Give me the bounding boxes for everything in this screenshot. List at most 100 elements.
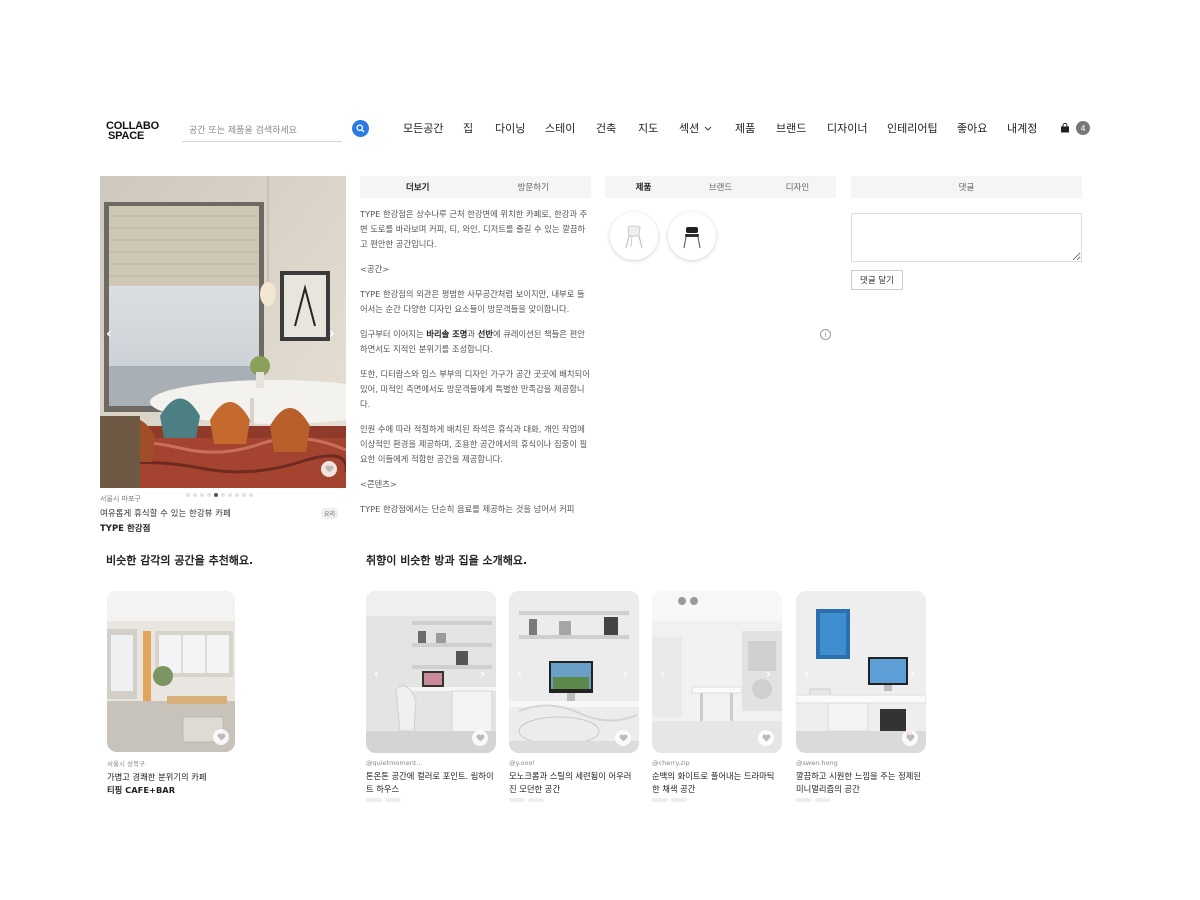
like-button[interactable] [615, 730, 631, 746]
card-next-arrow[interactable]: › [480, 667, 485, 681]
desc-highlight: 선반 [477, 329, 493, 339]
card-author: @swen.hong [796, 759, 838, 767]
nav-section-label: 섹션 [679, 122, 700, 135]
nav-home[interactable]: 집 [463, 120, 473, 138]
white-chair-icon [625, 225, 643, 249]
room-card[interactable]: ‹ › @swen.hong 깔끔하고 시원한 느낌을 주는 정제된 미니멀리즘… [796, 591, 926, 802]
cafe-photo [107, 591, 235, 752]
desc-text: 과 [467, 329, 478, 339]
carousel-dot[interactable] [214, 493, 218, 497]
carousel-next-arrow[interactable]: › [329, 326, 335, 342]
card-author: @y.ooo! [509, 759, 536, 767]
heart-icon [762, 734, 770, 742]
tag-chip [385, 798, 401, 802]
nav-products[interactable]: 제품 [735, 120, 755, 138]
logo[interactable]: COLLABO SPACE [106, 121, 159, 142]
desc-heading: <공간> [360, 264, 390, 274]
space-image-carousel[interactable]: ‹ › [100, 176, 346, 488]
space-description: 여유롭게 휴식할 수 있는 한강뷰 카페 [100, 509, 231, 519]
room-photo [509, 591, 639, 753]
desc-heading: <콘텐츠> [360, 479, 397, 489]
nav-architecture[interactable]: 건축 [596, 120, 616, 138]
space-tag-badge: 요리 [321, 508, 339, 519]
nav-brands[interactable]: 브랜드 [776, 120, 806, 138]
card-prev-arrow[interactable]: ‹ [660, 667, 665, 681]
card-prev-arrow[interactable]: ‹ [804, 667, 809, 681]
carousel-dot[interactable] [186, 493, 190, 497]
nav-stay[interactable]: 스테이 [545, 120, 575, 138]
like-button[interactable] [902, 730, 918, 746]
tab-brands[interactable]: 브랜드 [682, 181, 759, 193]
like-button[interactable] [758, 730, 774, 746]
tab-visit[interactable]: 방문하기 [476, 181, 592, 193]
space-name: TYPE 한강점 [100, 524, 151, 534]
search-button[interactable] [352, 120, 369, 137]
tab-comments[interactable]: 댓글 [851, 181, 1082, 193]
card-image: ‹ › [796, 591, 926, 753]
carousel-dot[interactable] [235, 493, 239, 497]
add-comment-button[interactable]: 댓글 달기 [851, 270, 903, 290]
space-location: 서울시 마포구 [100, 495, 141, 503]
desc-paragraph: TYPE 한강점의 외관은 평범한 사무공간처럼 보이지만, 내부로 들어서는 … [360, 289, 585, 314]
tab-products[interactable]: 제품 [605, 181, 682, 193]
logo-line2: SPACE [108, 130, 145, 142]
cafe-interior-photo [100, 176, 346, 488]
card-image: ‹ › [366, 591, 496, 753]
carousel-dot[interactable] [207, 493, 211, 497]
room-card[interactable]: ‹ › @y.ooo! 모노크롬과 스틸의 세련됨이 어우러진 모던한 공간 [509, 591, 639, 802]
carousel-dot[interactable] [200, 493, 204, 497]
card-next-arrow[interactable]: › [910, 667, 915, 681]
card-author: @quietmoment... [366, 759, 423, 767]
heart-icon [217, 733, 225, 741]
room-card[interactable]: ‹ › @quietmoment... 톤온톤 공간에 컬러로 포인트. 림하이… [366, 591, 496, 802]
carousel-dot[interactable] [193, 493, 197, 497]
carousel-dot[interactable] [249, 493, 253, 497]
carousel-dot[interactable] [242, 493, 246, 497]
nav-all-spaces[interactable]: 모든공간 [403, 120, 443, 138]
card-description: 가볍고 경쾌한 분위기의 카페 [107, 772, 207, 782]
card-next-arrow[interactable]: › [766, 667, 771, 681]
nav-map[interactable]: 지도 [638, 120, 658, 138]
carousel-dot[interactable] [221, 493, 225, 497]
nav-section[interactable]: 섹션 [679, 120, 712, 138]
room-card[interactable]: ‹ › @cherry.zip 순백의 화이트로 풀어내는 드라마틱한 채색 공… [652, 591, 782, 802]
tab-more[interactable]: 더보기 [360, 181, 476, 193]
nav-designers[interactable]: 디자이너 [827, 120, 867, 138]
tab-design[interactable]: 디자인 [759, 181, 836, 193]
tag-chip [652, 798, 668, 802]
card-image: ‹ › [652, 591, 782, 753]
cart-button[interactable]: 4 [1060, 121, 1090, 135]
carousel-dot[interactable] [228, 493, 232, 497]
card-title: 깔끔하고 시원한 느낌을 주는 정제된 미니멀리즘의 공간 [796, 771, 922, 794]
nav-dining[interactable]: 다이닝 [495, 120, 525, 138]
nav-my-account[interactable]: 내계정 [1007, 120, 1037, 138]
similar-space-card[interactable]: 서울시 성북구 가볍고 경쾌한 분위기의 카페 티핑 CAFE+BAR [107, 591, 235, 797]
room-photo [366, 591, 496, 753]
search-input[interactable] [182, 120, 342, 142]
product-thumbnail[interactable] [610, 212, 658, 260]
desc-paragraph: 인원 수에 따라 적절하게 배치된 좌석은 휴식과 대화, 개인 작업에 이상적… [360, 424, 588, 464]
product-thumbnail[interactable] [668, 212, 716, 260]
desc-highlight: 바리솔 조명 [426, 329, 468, 339]
card-prev-arrow[interactable]: ‹ [517, 667, 522, 681]
carousel-dots [186, 493, 253, 497]
black-chair-icon [683, 227, 701, 249]
search-icon [356, 124, 365, 133]
tag-chip [796, 798, 812, 802]
comment-input[interactable] [851, 213, 1082, 262]
info-icon[interactable]: i [820, 329, 831, 340]
like-button[interactable] [213, 729, 229, 745]
tag-chip [528, 798, 544, 802]
like-button[interactable] [472, 730, 488, 746]
nav-interior-tips[interactable]: 인테리어팁 [887, 120, 938, 138]
card-author: @cherry.zip [652, 759, 690, 767]
card-prev-arrow[interactable]: ‹ [374, 667, 379, 681]
card-title: 순백의 화이트로 풀어내는 드라마틱한 채색 공간 [652, 771, 775, 794]
card-image: ‹ › [509, 591, 639, 753]
carousel-prev-arrow[interactable]: ‹ [106, 326, 112, 342]
comments-tab: 댓글 [851, 176, 1082, 198]
like-button[interactable] [321, 461, 337, 477]
card-tags [366, 798, 496, 802]
card-next-arrow[interactable]: › [623, 667, 628, 681]
nav-likes[interactable]: 좋아요 [957, 120, 987, 138]
